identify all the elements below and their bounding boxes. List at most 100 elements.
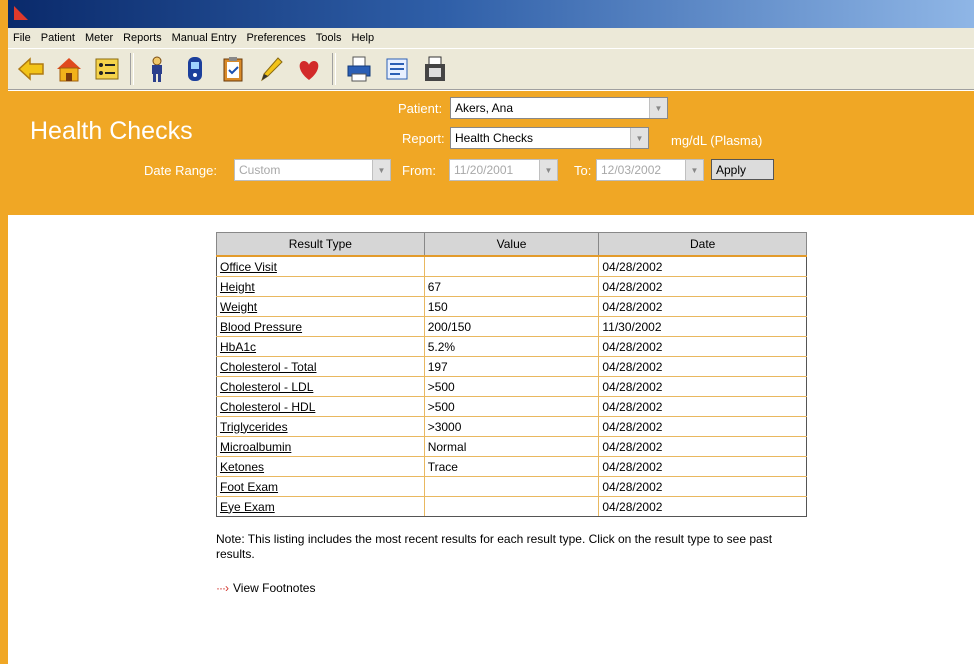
menu-meter[interactable]: Meter xyxy=(80,32,118,44)
result-date: 04/28/2002 xyxy=(598,496,807,517)
printer-icon[interactable] xyxy=(343,53,375,85)
patient-list-icon[interactable] xyxy=(91,53,123,85)
window-frame-left xyxy=(0,0,8,664)
result-value: >3000 xyxy=(424,416,600,437)
result-type-link[interactable]: Eye Exam xyxy=(220,500,275,514)
back-arrow-icon[interactable] xyxy=(15,53,47,85)
menu-file[interactable]: File xyxy=(8,32,36,44)
result-date: 04/28/2002 xyxy=(598,476,807,497)
result-value: 197 xyxy=(424,356,600,377)
patient-select[interactable]: Akers, Ana ▼ xyxy=(450,97,668,119)
table-row: HbA1c 5.2% 04/28/2002 xyxy=(216,336,807,357)
date-range-label: Date Range: xyxy=(144,163,217,178)
result-value: >500 xyxy=(424,376,600,397)
title-bar xyxy=(8,0,974,28)
result-value: >500 xyxy=(424,396,600,417)
heart-icon[interactable] xyxy=(293,53,325,85)
table-row: Eye Exam 04/28/2002 xyxy=(216,496,807,517)
result-value: 67 xyxy=(424,276,600,297)
result-type-link[interactable]: Weight xyxy=(220,300,257,314)
pencil-icon[interactable] xyxy=(255,53,287,85)
column-header-value: Value xyxy=(423,232,600,257)
result-date: 04/28/2002 xyxy=(598,456,807,477)
column-header-result-type: Result Type xyxy=(216,232,425,257)
result-date: 04/28/2002 xyxy=(598,436,807,457)
result-value: 150 xyxy=(424,296,600,317)
report-header: Health Checks Patient: Akers, Ana ▼ Repo… xyxy=(8,91,974,215)
menu-help[interactable]: Help xyxy=(346,32,379,44)
units-label: mg/dL (Plasma) xyxy=(671,133,763,148)
report-label: Report: xyxy=(402,131,445,146)
table-row: Weight 150 04/28/2002 xyxy=(216,296,807,317)
chevron-down-icon: ▼ xyxy=(372,160,390,180)
menu-patient[interactable]: Patient xyxy=(36,32,80,44)
home-icon[interactable] xyxy=(53,53,85,85)
result-type-link[interactable]: Office Visit xyxy=(220,260,277,274)
table-row: Cholesterol - LDL >500 04/28/2002 xyxy=(216,376,807,397)
menu-manual-entry[interactable]: Manual Entry xyxy=(167,32,242,44)
chevron-down-icon: ▼ xyxy=(649,98,667,118)
result-value xyxy=(424,256,600,277)
result-value xyxy=(424,476,600,497)
to-label: To: xyxy=(574,163,592,178)
table-header-row: Result Type Value Date xyxy=(216,232,807,257)
table-row: Cholesterol - HDL >500 04/28/2002 xyxy=(216,396,807,417)
chevron-down-icon: ▼ xyxy=(630,128,648,148)
toolbar-separator xyxy=(332,53,336,85)
result-type-link[interactable]: Microalbumin xyxy=(220,440,291,454)
results-note: Note: This listing includes the most rec… xyxy=(216,532,773,561)
person-icon[interactable] xyxy=(141,53,173,85)
table-row: Foot Exam 04/28/2002 xyxy=(216,476,807,497)
view-footnotes-link[interactable]: ···› View Footnotes xyxy=(216,581,315,595)
table-row: Blood Pressure 200/150 11/30/2002 xyxy=(216,316,807,337)
result-type-link[interactable]: Cholesterol - LDL xyxy=(220,380,313,394)
result-date: 04/28/2002 xyxy=(598,296,807,317)
result-date: 04/28/2002 xyxy=(598,256,807,277)
menu-bar: File Patient Meter Reports Manual Entry … xyxy=(8,28,974,48)
meter-icon[interactable] xyxy=(179,53,211,85)
view-footnotes-label: View Footnotes xyxy=(232,581,316,595)
to-date-select[interactable]: 12/03/2002 ▼ xyxy=(596,159,704,181)
date-range-value: Custom xyxy=(239,163,281,177)
patient-label: Patient: xyxy=(398,101,443,116)
result-date: 04/28/2002 xyxy=(598,416,807,437)
result-type-link[interactable]: Triglycerides xyxy=(220,420,288,434)
apply-button[interactable]: Apply xyxy=(711,159,774,180)
result-date: 04/28/2002 xyxy=(598,376,807,397)
table-row: Triglycerides >3000 04/28/2002 xyxy=(216,416,807,437)
result-date: 04/28/2002 xyxy=(598,336,807,357)
app-logo-icon xyxy=(14,6,28,20)
result-type-link[interactable]: Cholesterol - HDL xyxy=(220,400,315,414)
toolbar-separator xyxy=(130,53,134,85)
result-type-link[interactable]: Ketones xyxy=(220,460,264,474)
table-row: Cholesterol - Total 197 04/28/2002 xyxy=(216,356,807,377)
report-select[interactable]: Health Checks ▼ xyxy=(450,127,649,149)
result-value xyxy=(424,496,600,517)
date-range-select[interactable]: Custom ▼ xyxy=(234,159,391,181)
result-type-link[interactable]: Height xyxy=(220,280,255,294)
result-type-link[interactable]: HbA1c xyxy=(220,340,256,354)
from-date-value: 11/20/2001 xyxy=(454,163,514,177)
table-row: Office Visit 04/28/2002 xyxy=(216,256,807,277)
fax-icon[interactable] xyxy=(419,53,451,85)
table-row: Ketones Trace 04/28/2002 xyxy=(216,456,807,477)
menu-tools[interactable]: Tools xyxy=(311,32,347,44)
result-type-link[interactable]: Blood Pressure xyxy=(220,320,302,334)
result-value: 200/150 xyxy=(424,316,600,337)
result-type-link[interactable]: Cholesterol - Total xyxy=(220,360,317,374)
table-row: Height 67 04/28/2002 xyxy=(216,276,807,297)
patient-select-value: Akers, Ana xyxy=(455,101,514,115)
menu-reports[interactable]: Reports xyxy=(118,32,167,44)
result-type-link[interactable]: Foot Exam xyxy=(220,480,278,494)
clipboard-icon[interactable] xyxy=(217,53,249,85)
from-label: From: xyxy=(402,163,436,178)
result-date: 04/28/2002 xyxy=(598,276,807,297)
result-value: 5.2% xyxy=(424,336,600,357)
from-date-select[interactable]: 11/20/2001 ▼ xyxy=(449,159,558,181)
toolbar xyxy=(8,48,974,90)
report-icon[interactable] xyxy=(381,53,413,85)
result-date: 11/30/2002 xyxy=(598,316,807,337)
result-date: 04/28/2002 xyxy=(598,396,807,417)
page-title: Health Checks xyxy=(30,117,193,145)
menu-preferences[interactable]: Preferences xyxy=(241,32,310,44)
